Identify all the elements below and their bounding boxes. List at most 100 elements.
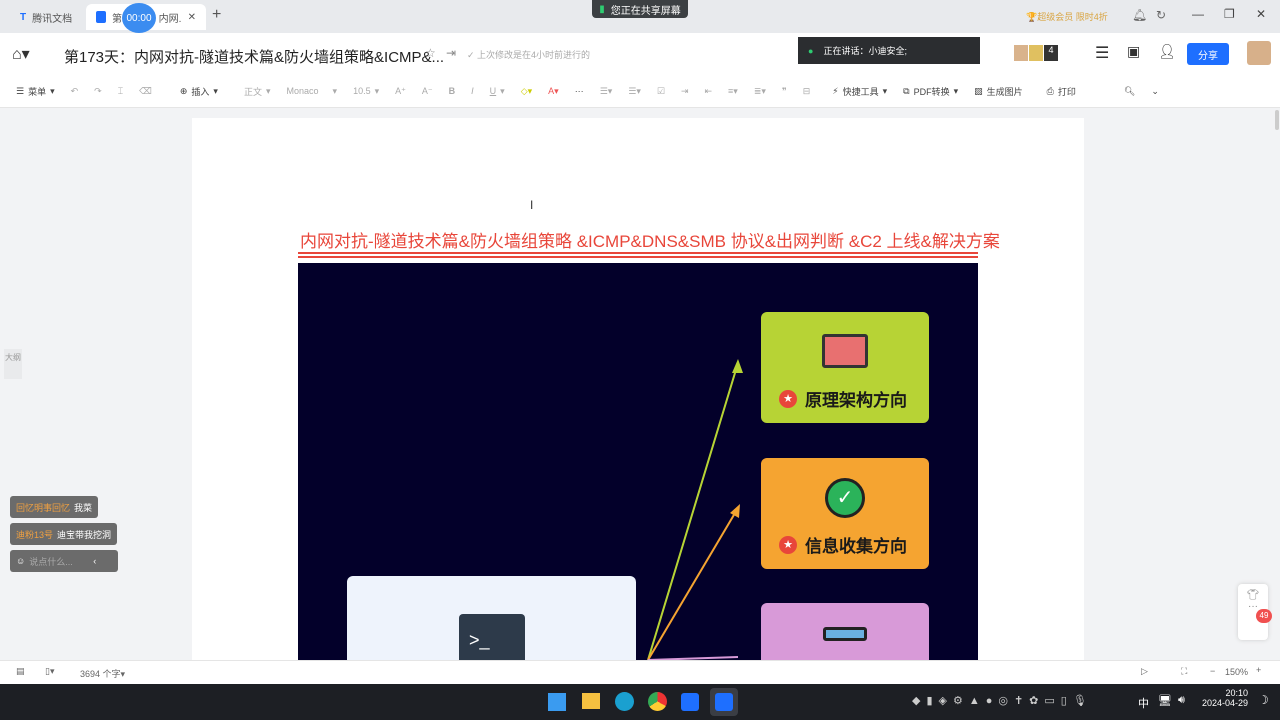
zoom-in-button[interactable]: + [1256, 665, 1261, 675]
tab-tencent-docs[interactable]: T 腾讯文档 [10, 4, 82, 30]
menu-icon[interactable]: ☰ [1095, 43, 1109, 63]
tencent-docs-taskbar-icon[interactable] [710, 688, 738, 716]
italic-button[interactable]: I [471, 86, 474, 96]
server-network-icon [823, 627, 867, 641]
screen-share-indicator[interactable]: ▮ 您正在共享屏幕 [592, 0, 688, 18]
format-painter-button[interactable]: ⌶ [118, 86, 123, 97]
menu-button[interactable]: ☰ 菜单 ▾ [16, 85, 55, 98]
system-tray-icons[interactable]: ◆▮◈⚙▲●◎✝✿▭▯🎙︎ [912, 694, 1093, 707]
close-window-button[interactable]: ✕ [1256, 7, 1266, 21]
user-avatar[interactable] [1247, 41, 1271, 65]
start-icon[interactable] [548, 693, 566, 711]
chat-input-bar[interactable]: ☺ 说点什么... ‹ [10, 550, 118, 572]
zoom-level[interactable]: 150% [1225, 667, 1248, 677]
search-icon[interactable]: 🔍︎ [1124, 86, 1135, 97]
word-count[interactable]: 3694 个字▾ [80, 667, 125, 680]
undo-button[interactable]: ↶ [71, 86, 79, 97]
zoom-out-button[interactable]: − [1210, 666, 1215, 676]
line-spacing-button[interactable]: ≣▾ [754, 86, 766, 97]
heading-underline [298, 252, 978, 254]
outline-tab[interactable]: 大纲 [4, 349, 22, 379]
signal-icon: ▮ [599, 3, 605, 15]
fullscreen-icon[interactable]: ⛶ [1181, 666, 1187, 677]
highlight-button[interactable]: ◇▾ [521, 86, 532, 97]
decrease-font-button[interactable]: A⁻ [422, 86, 433, 97]
bullet-list-button[interactable]: ☰▾ [600, 86, 613, 97]
present-icon[interactable]: ▣ [1127, 43, 1140, 60]
speaking-indicator: ● 正在讲话：小迪安全; [798, 37, 980, 64]
increase-font-button[interactable]: A⁺ [395, 86, 406, 97]
checklist-button[interactable]: ☑ [657, 86, 665, 97]
indent-button[interactable]: ⇥ [681, 86, 689, 97]
doc-header: ⌂▾ 第173天：内网对抗-隧道技术篇&防火墙组策略&ICMP&... ☆ ⇥ … [0, 33, 1280, 75]
arrowhead [730, 504, 740, 518]
clock[interactable]: 20:10 2024-04-29 [1196, 688, 1248, 708]
maximize-button[interactable]: ❐ [1224, 7, 1235, 21]
chat-input[interactable]: 说点什么... [29, 555, 89, 568]
bell-icon[interactable]: 🔔︎ [1132, 8, 1147, 22]
home-icon[interactable]: ⌂▾ [12, 44, 30, 64]
meeting-icon[interactable] [681, 693, 699, 711]
play-icon[interactable]: ▷ [1141, 666, 1148, 677]
file-explorer-icon[interactable] [582, 693, 600, 709]
style-select[interactable]: 正文 ▾ [244, 85, 271, 98]
terminal-card: >_ [347, 576, 636, 660]
print-button[interactable]: ⎙ 打印 [1047, 85, 1076, 98]
mindmap-image[interactable]: ★ 原理架构方向 ✓ ★ 信息收集方向 >_ [298, 263, 978, 660]
page-icon[interactable]: ▯▾ [45, 666, 54, 677]
outline-toggle-icon[interactable]: ▤ [16, 666, 25, 677]
share-button[interactable]: 分享 [1187, 43, 1229, 65]
wand-icon: ⚡︎ [832, 85, 839, 96]
underline-button[interactable]: U ▾ [490, 86, 505, 97]
quick-tools-button[interactable]: ⚡︎ 快捷工具 ▾ [832, 85, 887, 98]
collaborator-count: 4 [1044, 45, 1058, 61]
notification-moon-icon[interactable]: ☽ [1258, 693, 1269, 707]
document-title[interactable]: 第173天：内网对抗-隧道技术篇&防火墙组策略&ICMP&... [64, 46, 444, 67]
more-button[interactable]: ··· [575, 86, 584, 96]
quote-button[interactable]: ❞ [782, 86, 787, 97]
recording-timer[interactable]: 00:00 [122, 3, 156, 33]
bold-button[interactable]: B [449, 86, 456, 96]
clear-format-button[interactable]: ⌫ [139, 86, 152, 97]
close-tab-icon[interactable]: ✕ [188, 12, 196, 23]
vip-promo[interactable]: 🏆超级会员 限时4折 [1026, 10, 1108, 23]
editor-toolbar: ☰ 菜单 ▾ ↶ ↷ ⌶ ⌫ ⊕ 插入 ▾ 正文 ▾ Monaco ▾ 10.5 ▾ A⁺… [0, 75, 1280, 108]
permissions-icon[interactable]: 👤︎ [1158, 43, 1176, 60]
chat-message: 迪粉13号 迪宝带我挖洞 [10, 523, 118, 545]
pdf-convert-button[interactable]: ⧉ PDF转换 ▾ [903, 85, 958, 98]
plus-circle-icon: ⊕ [179, 85, 188, 96]
doc-icon [96, 11, 106, 23]
avatar [1014, 45, 1028, 61]
edge-icon[interactable] [615, 692, 634, 711]
move-icon[interactable]: ⇥ [446, 46, 456, 60]
collapse-toolbar-icon[interactable]: ⌄ [1151, 86, 1159, 97]
refresh-icon[interactable]: ↻ [1156, 8, 1166, 22]
notification-badge: 49 [1256, 609, 1272, 623]
arrow-green [647, 362, 739, 660]
font-select[interactable]: Monaco ▾ [287, 86, 338, 97]
network-icon[interactable]: 🖥︎ [1158, 694, 1172, 707]
printer-icon: ⎙ [1046, 85, 1054, 96]
ime-indicator[interactable]: 中 [1138, 695, 1149, 711]
redo-button[interactable]: ↷ [94, 86, 102, 97]
font-color-button[interactable]: A▾ [548, 86, 559, 97]
divider-button[interactable]: ⊟ [803, 86, 811, 97]
collapse-chat-icon[interactable]: ‹ [93, 556, 96, 566]
outdent-button[interactable]: ⇤ [705, 86, 713, 97]
emoji-icon[interactable]: ☺ [16, 556, 25, 566]
video-call-icon [822, 334, 868, 368]
chrome-icon[interactable] [648, 692, 667, 711]
last-edit-status: ✓ 上次修改是在4小时前进行的 [467, 50, 591, 60]
document-heading[interactable]: 内网对抗-隧道技术篇&防火墙组策略 &ICMP&DNS&SMB 协议&出网判断 … [300, 227, 1000, 252]
scrollbar[interactable] [1275, 110, 1279, 130]
generate-image-button[interactable]: ▨ 生成图片 [974, 85, 1023, 98]
align-button[interactable]: ≡▾ [728, 86, 738, 97]
numbered-list-button[interactable]: ☰▾ [628, 86, 641, 97]
new-tab-button[interactable]: + [212, 6, 221, 24]
volume-icon[interactable]: 🔊︎ [1178, 694, 1185, 707]
font-size-select[interactable]: 10.5 ▾ [353, 86, 379, 97]
insert-button[interactable]: ⊕ 插入 ▾ [180, 85, 218, 98]
minimize-button[interactable]: — [1192, 7, 1204, 21]
collaborator-avatars[interactable]: 4 [1014, 45, 1058, 61]
star-icon[interactable]: ☆ [425, 46, 436, 60]
